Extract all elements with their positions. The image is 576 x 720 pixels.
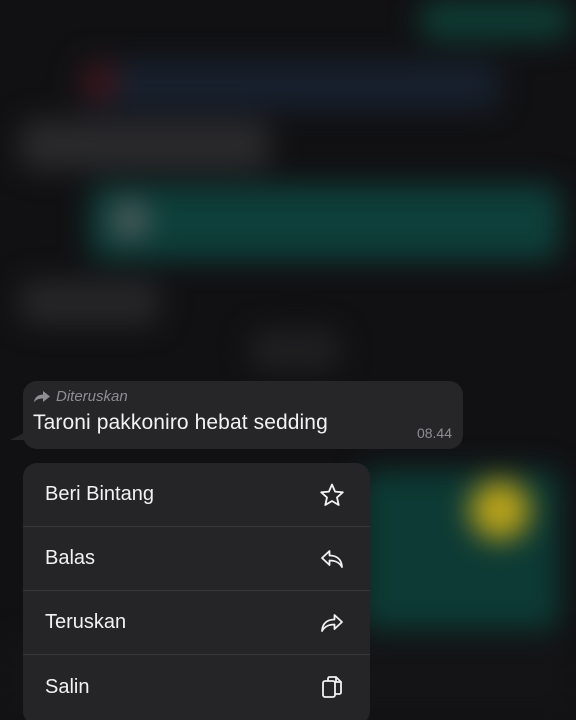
menu-item-label: Teruskan — [45, 611, 127, 633]
context-menu: Beri Bintang Balas Teruskan Salin — [23, 463, 370, 720]
blurred-emoji — [470, 480, 530, 540]
message-text: Taroni pakkoniro hebat sedding — [33, 411, 328, 434]
menu-item-label: Balas — [45, 547, 96, 569]
menu-item-copy[interactable]: Salin — [23, 655, 370, 719]
blurred-bubble — [90, 185, 560, 260]
blurred-bubble — [80, 60, 500, 110]
blurred-bubble — [20, 280, 160, 325]
blurred-avatar — [80, 62, 120, 102]
forward-icon — [318, 609, 346, 637]
forwarded-indicator: Diteruskan — [34, 388, 128, 405]
message-time: 08.44 — [416, 425, 452, 441]
blurred-bubble — [20, 120, 270, 170]
blurred-bubble — [420, 0, 570, 40]
menu-item-reply[interactable]: Balas — [23, 527, 370, 591]
screen: Diteruskan Taroni pakkoniro hebat seddin… — [0, 0, 576, 720]
blurred-date-chip — [250, 330, 340, 370]
forwarded-arrow-icon — [34, 390, 50, 402]
reply-icon — [318, 545, 346, 573]
menu-item-label: Beri Bintang — [45, 483, 154, 505]
menu-item-label: Salin — [45, 675, 90, 698]
forwarded-label: Diteruskan — [56, 388, 128, 405]
blurred-bubble — [360, 470, 560, 630]
menu-item-star[interactable]: Beri Bintang — [23, 463, 370, 527]
message-bubble[interactable]: Diteruskan Taroni pakkoniro hebat seddin… — [23, 381, 463, 449]
star-icon — [318, 481, 346, 509]
blurred-avatar — [110, 200, 150, 240]
copy-icon — [318, 673, 346, 701]
menu-item-forward[interactable]: Teruskan — [23, 591, 370, 655]
